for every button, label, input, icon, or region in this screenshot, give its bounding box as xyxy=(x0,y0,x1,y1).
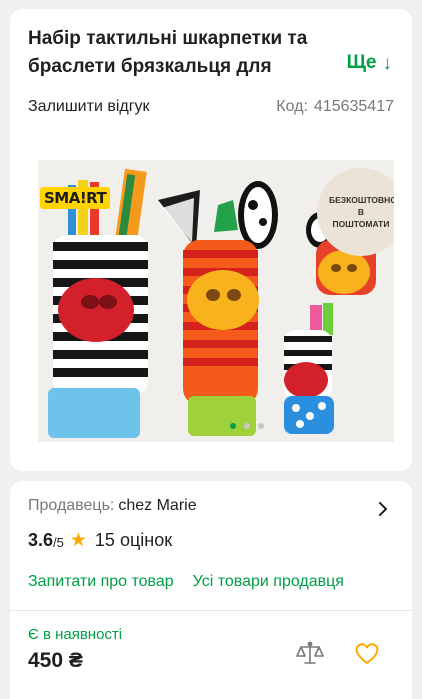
gallery-dot[interactable] xyxy=(230,423,236,429)
ask-question-link[interactable]: Запитати про товар xyxy=(28,573,174,591)
gallery-pagination[interactable] xyxy=(230,423,264,429)
all-seller-products-link[interactable]: Усі товари продавця xyxy=(193,573,344,591)
more-label: Ще xyxy=(346,52,377,73)
product-price: 450 ₴ xyxy=(28,649,83,672)
free-delivery-badge-text: БЕЗКОШТОВНО В ПОШТОМАТИ xyxy=(329,195,394,229)
chevron-right-icon[interactable] xyxy=(378,500,388,521)
seller-links: Запитати про товар Усі товари продавця xyxy=(28,573,344,591)
product-title: Набір тактильні шкарпетки та браслети бр… xyxy=(28,28,308,77)
seller-label: Продавець: xyxy=(28,497,115,514)
smart-logo: SMA!RT xyxy=(40,187,111,209)
seller-info[interactable]: Продавець: chez Marie xyxy=(28,497,197,515)
heart-icon[interactable] xyxy=(352,638,382,668)
more-button[interactable]: Ще ↓ xyxy=(347,52,392,74)
gallery-dot[interactable] xyxy=(258,423,264,429)
rating-count: 15 оцінок xyxy=(94,530,173,550)
seller-name: chez Marie xyxy=(118,497,197,514)
gallery-dot[interactable] xyxy=(244,423,250,429)
product-code-label: Код: xyxy=(276,98,308,115)
star-icon: ★ xyxy=(69,530,87,551)
seller-rating: 3.6 /5 ★ 15 оцінок xyxy=(28,529,172,552)
product-photo[interactable]: SMA!RT БЕЗКОШТОВНО В ПОШТОМАТИ xyxy=(38,160,394,442)
compare-scales-icon[interactable] xyxy=(295,638,325,668)
leave-review-link[interactable]: Залишити відгук xyxy=(28,98,150,116)
rating-max: /5 xyxy=(53,535,64,550)
rating-value: 3.6 xyxy=(28,530,54,550)
product-code: Код: 415635417 xyxy=(276,98,394,116)
arrow-down-icon: ↓ xyxy=(382,52,393,74)
stock-status: Є в наявності xyxy=(28,626,123,643)
seller-purchase-card: Продавець: chez Marie 3.6 /5 ★ 15 оцінок … xyxy=(10,481,412,699)
product-code-value: 415635417 xyxy=(313,98,394,115)
product-header-card: Набір тактильні шкарпетки та браслети бр… xyxy=(10,9,412,471)
divider xyxy=(10,610,412,611)
